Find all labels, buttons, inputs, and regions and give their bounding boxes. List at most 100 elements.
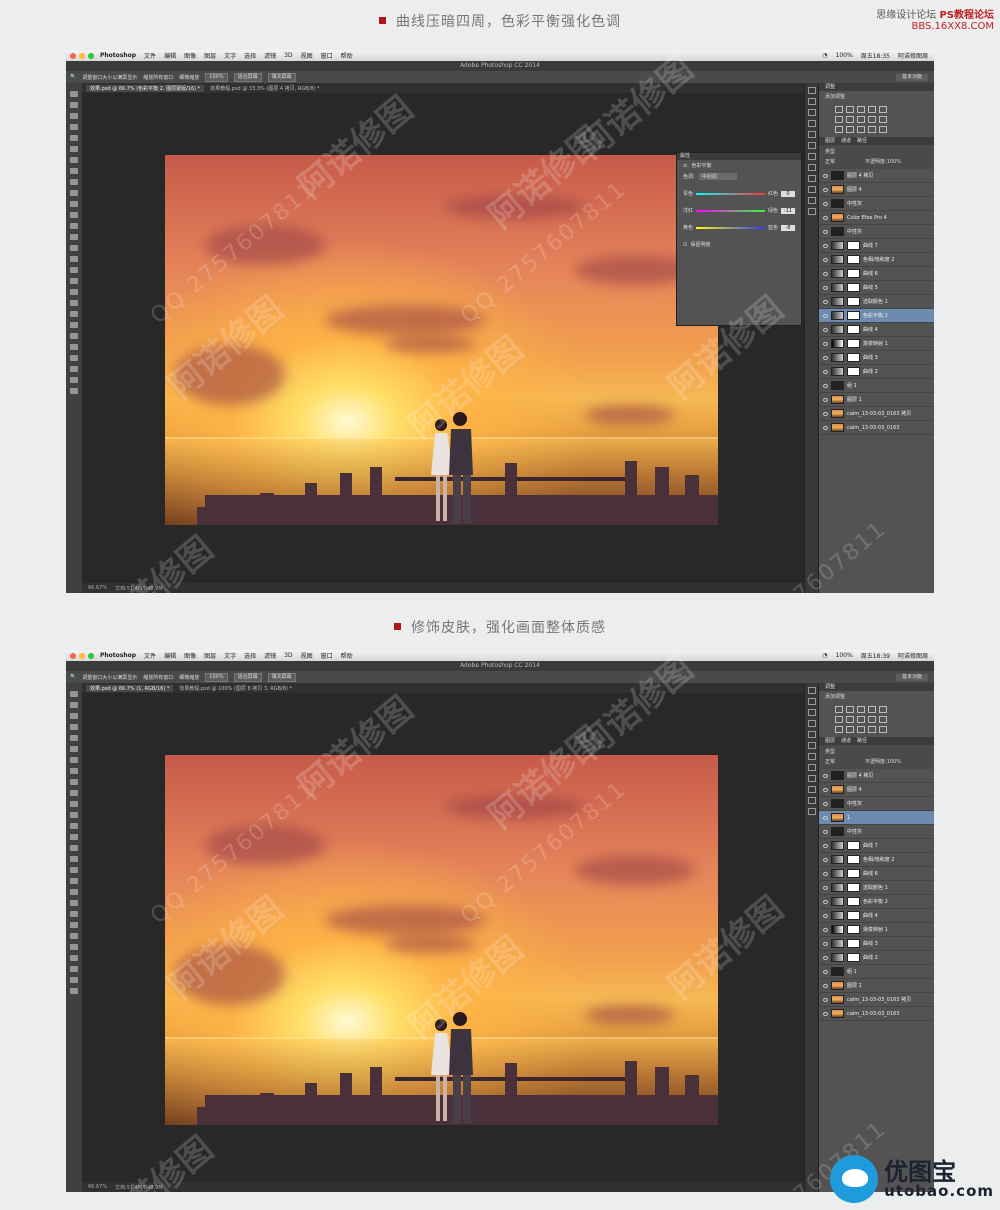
menu-item-9[interactable]: 窗口 (321, 51, 333, 60)
panel-dock-icon[interactable] (808, 109, 816, 116)
layer-row[interactable]: 曲线 2 (819, 951, 934, 965)
layer-row[interactable]: 图层 4 (819, 783, 934, 797)
eye-icon[interactable] (823, 425, 828, 430)
tool-icon[interactable] (70, 267, 78, 273)
layer-row[interactable]: 选取颜色 1 (819, 881, 934, 895)
blend-mode-select[interactable]: 正常 (825, 159, 835, 165)
document-tab-active[interactable]: 效果.psd @ 66.7% (1, RGB/16) * (86, 684, 174, 692)
workspace-select[interactable]: 基本功能 (895, 73, 928, 81)
menu-item-6[interactable]: 滤镜 (264, 651, 276, 660)
adjustment-icon[interactable] (835, 706, 843, 713)
layer-row[interactable]: 曲线 6 (819, 867, 934, 881)
panel-dock-icon[interactable] (808, 208, 816, 215)
eye-icon[interactable] (823, 787, 828, 792)
menu-item-9[interactable]: 窗口 (321, 651, 333, 660)
menu-item-7[interactable]: 3D (284, 652, 292, 659)
menu-item-10[interactable]: 帮助 (341, 651, 353, 660)
adjustment-icon[interactable] (835, 126, 843, 133)
fill-screen-button[interactable]: 填充屏幕 (267, 672, 296, 682)
menu-item-2[interactable]: 图像 (184, 651, 196, 660)
menu-item-3[interactable]: 图层 (204, 51, 216, 60)
adjustment-icon[interactable] (879, 116, 887, 123)
adjustment-icon[interactable] (857, 116, 865, 123)
adjustment-icon[interactable] (835, 716, 843, 723)
adjustment-icon[interactable] (868, 116, 876, 123)
tool-icon[interactable] (70, 900, 78, 906)
tool-icon[interactable] (70, 955, 78, 961)
adjustment-icon[interactable] (846, 726, 854, 733)
adjustment-icon[interactable] (879, 126, 887, 133)
tool-icon[interactable] (70, 212, 78, 218)
panel-dock-icon[interactable] (808, 142, 816, 149)
tool-icon[interactable] (70, 724, 78, 730)
tool-icon[interactable] (70, 702, 78, 708)
panel-dock-icon[interactable] (808, 164, 816, 171)
layer-row[interactable]: 曲线 3 (819, 351, 934, 365)
tool-icon[interactable] (70, 91, 78, 97)
tool-icon[interactable] (70, 289, 78, 295)
adjustment-icon[interactable] (846, 126, 854, 133)
menu-item-1[interactable]: 编辑 (164, 651, 176, 660)
eye-icon[interactable] (823, 271, 828, 276)
panel-dock-icon[interactable] (808, 731, 816, 738)
layer-kind-select[interactable]: 类型 (825, 149, 835, 155)
adjustment-icon[interactable] (879, 716, 887, 723)
tool-icon[interactable] (70, 234, 78, 240)
tool-icon[interactable] (70, 113, 78, 119)
fill-screen-button[interactable]: 填充屏幕 (267, 72, 296, 82)
status-zoom[interactable]: 66.67% (88, 585, 107, 591)
panel-dock-icon[interactable] (808, 797, 816, 804)
eye-icon[interactable] (823, 871, 828, 876)
panel-dock-icon[interactable] (808, 786, 816, 793)
adjustment-icon[interactable] (846, 706, 854, 713)
tool-icon[interactable] (70, 146, 78, 152)
status-zoom[interactable]: 66.67% (88, 1184, 107, 1190)
adjustment-icon[interactable] (879, 706, 887, 713)
layer-row[interactable]: 曲线 7 (819, 239, 934, 253)
fit-screen-button[interactable]: 适合屏幕 (233, 672, 262, 682)
panel-dock-icon[interactable] (808, 131, 816, 138)
eye-icon[interactable] (823, 313, 828, 318)
eye-icon[interactable] (823, 411, 828, 416)
menu-item-3[interactable]: 图层 (204, 651, 216, 660)
tool-icon[interactable] (70, 823, 78, 829)
adjustment-icon[interactable] (879, 726, 887, 733)
layer-row[interactable]: 曲线 4 (819, 323, 934, 337)
panel-dock-icon[interactable] (808, 775, 816, 782)
tool-icon[interactable] (70, 190, 78, 196)
eye-icon[interactable] (823, 801, 828, 806)
layer-row[interactable]: 色彩平衡 2 (819, 895, 934, 909)
option-scrubby-zoom[interactable]: 细微缩放 (179, 674, 199, 681)
panel-dock-icon[interactable] (808, 709, 816, 716)
tool-icon[interactable] (70, 245, 78, 251)
tool-icon[interactable] (70, 300, 78, 306)
eye-icon[interactable] (823, 913, 828, 918)
eye-icon[interactable] (823, 215, 828, 220)
menu-item-4[interactable]: 文字 (224, 651, 236, 660)
eye-icon[interactable] (823, 773, 828, 778)
channels-tab[interactable]: 通道 (841, 737, 851, 745)
eye-icon[interactable] (823, 941, 828, 946)
layer-row[interactable]: 渐变映射 1 (819, 923, 934, 937)
tool-icon[interactable] (70, 157, 78, 163)
document-tab[interactable]: 效果教程.psd @ 33.3% (图层 4 拷贝, RGB/8) * (210, 85, 319, 92)
menu-item-2[interactable]: 图像 (184, 51, 196, 60)
eye-icon[interactable] (823, 355, 828, 360)
tool-icon[interactable] (70, 922, 78, 928)
layer-row[interactable]: 图层 1 (819, 393, 934, 407)
eye-icon[interactable] (823, 857, 828, 862)
close-icon[interactable] (70, 652, 76, 659)
eye-icon[interactable] (823, 843, 828, 848)
color-slider[interactable] (696, 226, 765, 229)
adjustment-icon[interactable] (857, 726, 865, 733)
panel-dock-icon[interactable] (808, 186, 816, 193)
layer-row[interactable]: 渐变映射 1 (819, 337, 934, 351)
eye-icon[interactable] (823, 815, 828, 820)
tool-icon[interactable] (70, 889, 78, 895)
adjustment-icon[interactable] (868, 726, 876, 733)
tool-icon[interactable] (70, 223, 78, 229)
tool-icon[interactable] (70, 179, 78, 185)
layer-kind-select[interactable]: 类型 (825, 749, 835, 755)
eye-icon[interactable] (823, 885, 828, 890)
tool-icon[interactable] (70, 311, 78, 317)
